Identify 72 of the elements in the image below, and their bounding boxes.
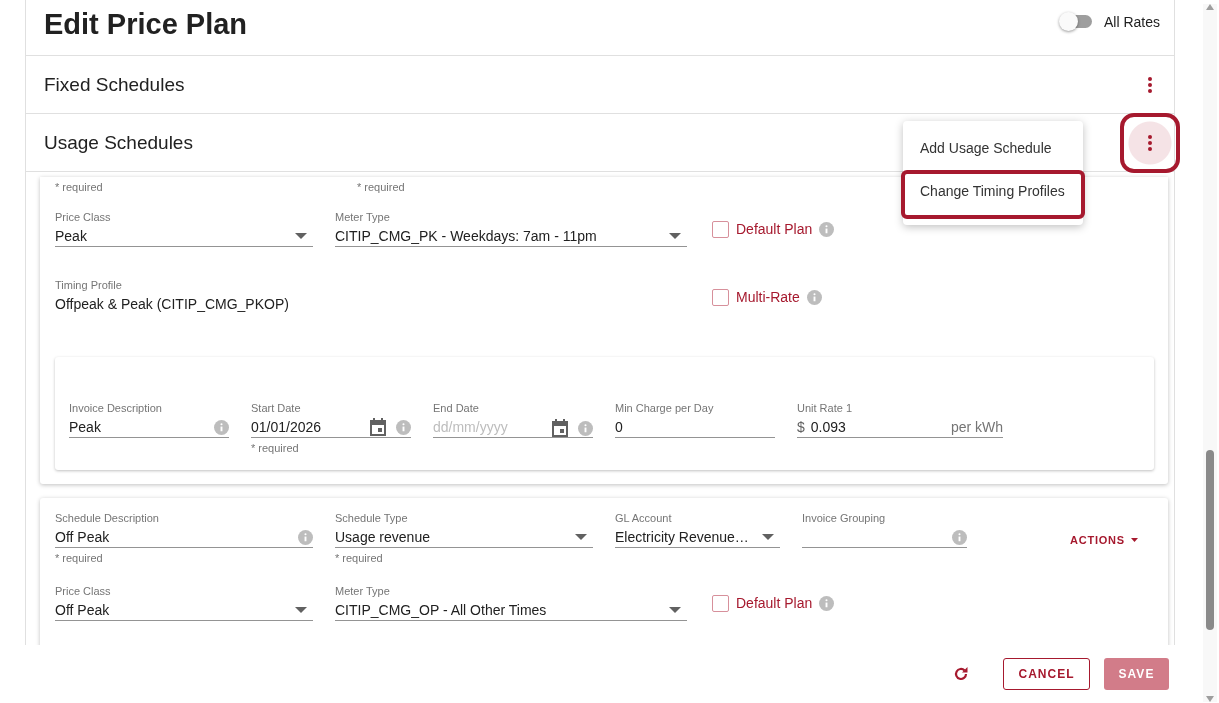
cancel-button[interactable]: CANCEL: [1003, 658, 1090, 690]
dropdown-caret-icon[interactable]: [295, 233, 307, 239]
select-field[interactable]: CITIP_CMG_PK - Weekdays: 7am - 11pm: [335, 226, 687, 247]
info-icon[interactable]: [298, 529, 313, 545]
checkbox-label[interactable]: Default Plan: [736, 221, 813, 237]
text-field[interactable]: Peak: [69, 417, 229, 438]
currency-field[interactable]: $ 0.093 per kWh: [797, 417, 1003, 438]
checkbox[interactable]: [712, 594, 729, 612]
field-label: Timing Profile: [55, 279, 123, 292]
select-field[interactable]: Off Peak: [55, 600, 313, 621]
required-hint: * required: [251, 442, 300, 455]
select-field[interactable]: Peak: [55, 226, 313, 247]
menu-item[interactable]: Change Timing Profiles: [901, 170, 1085, 219]
toggle-switch[interactable]: [1061, 15, 1092, 28]
actions-button[interactable]: ACTIONS: [1069, 534, 1138, 546]
date-field[interactable]: dd/mm/yyyy: [433, 417, 593, 438]
field-label: Price Class: [55, 211, 112, 224]
scroll-up-icon[interactable]: [1206, 4, 1214, 10]
field-label: Unit Rate 1: [797, 402, 854, 415]
section-title[interactable]: Fixed Schedules: [44, 73, 185, 96]
timing-profile-value: Offpeak & Peak (CITIP_CMG_PKOP): [55, 296, 290, 312]
required-hint: * required: [55, 552, 104, 565]
toggle-label: All Rates: [1103, 13, 1160, 30]
select-field[interactable]: Electricity Revenue…: [615, 527, 780, 548]
field-label: Min Charge per Day: [615, 402, 715, 415]
field-label: Schedule Description: [55, 512, 160, 525]
info-icon[interactable]: [578, 420, 593, 436]
more-options-icon[interactable]: [1148, 76, 1152, 93]
checkbox-label[interactable]: Multi-Rate: [736, 289, 800, 305]
dropdown-caret-icon[interactable]: [762, 534, 774, 540]
select-field[interactable]: CITIP_CMG_OP - All Other Times: [335, 600, 687, 621]
scrollbar[interactable]: [1203, 4, 1217, 702]
required-hint: * required: [335, 552, 384, 565]
date-field[interactable]: 01/01/2026: [251, 417, 411, 438]
dropdown-caret-icon[interactable]: [295, 607, 307, 613]
field-label: Price Class: [55, 585, 112, 598]
checkbox[interactable]: [712, 220, 729, 238]
dropdown-caret-icon[interactable]: [669, 233, 681, 239]
scroll-down-icon[interactable]: [1206, 696, 1214, 702]
info-icon[interactable]: [396, 419, 411, 435]
field-label: End Date: [433, 402, 480, 415]
required-hint: * required: [357, 181, 406, 194]
page-title: Edit Price Plan: [44, 8, 248, 41]
calendar-icon[interactable]: [552, 419, 568, 437]
field-label: Meter Type: [335, 585, 391, 598]
field-label: Meter Type: [335, 211, 391, 224]
select-field[interactable]: Usage revenue: [335, 527, 593, 548]
info-icon[interactable]: [806, 289, 822, 305]
field-label: Schedule Type: [335, 512, 409, 525]
scrollbar-thumb[interactable]: [1206, 450, 1214, 630]
field-label: Invoice Grouping: [802, 512, 887, 525]
info-icon[interactable]: [819, 221, 835, 237]
more-options-icon[interactable]: [1148, 134, 1152, 151]
checkbox-label[interactable]: Default Plan: [736, 595, 813, 611]
calendar-icon[interactable]: [370, 418, 386, 436]
text-field[interactable]: Off Peak: [55, 527, 313, 548]
field-label: GL Account: [615, 512, 673, 525]
section-title[interactable]: Usage Schedules: [44, 131, 193, 154]
text-field[interactable]: [802, 527, 967, 548]
checkbox[interactable]: [712, 288, 729, 306]
dropdown-caret-icon[interactable]: [575, 534, 587, 540]
field-label: Start Date: [251, 402, 302, 415]
info-icon[interactable]: [214, 419, 229, 435]
info-icon[interactable]: [952, 529, 967, 545]
field-label: Invoice Description: [69, 402, 163, 415]
menu-item[interactable]: Add Usage Schedule: [901, 127, 1085, 170]
refresh-icon[interactable]: [953, 666, 969, 682]
text-field[interactable]: 0: [615, 417, 775, 438]
dropdown-caret-icon[interactable]: [669, 607, 681, 613]
info-icon[interactable]: [819, 595, 835, 611]
caret-icon[interactable]: [1131, 538, 1138, 542]
required-hint: * required: [55, 181, 104, 194]
